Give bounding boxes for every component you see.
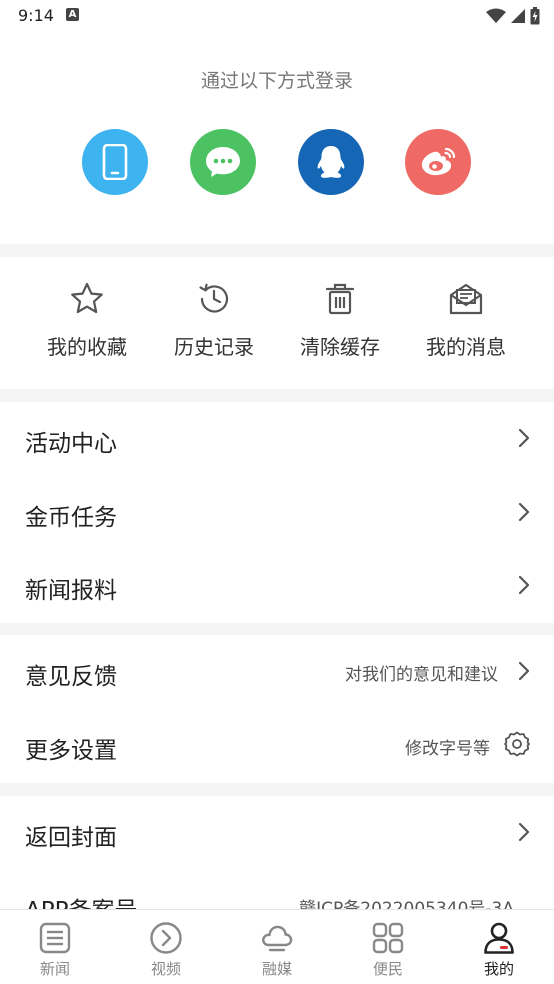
- activity-center-label: 活动中心: [25, 431, 117, 457]
- more-settings-row[interactable]: 更多设置 修改字号等: [0, 709, 554, 783]
- tab-services-label: 便民: [372, 960, 403, 978]
- news-tip-label: 新闻报料: [25, 578, 117, 604]
- favorites-label: 我的收藏: [47, 335, 127, 359]
- grid-icon: [372, 922, 404, 954]
- tab-media-label: 融媒: [261, 960, 292, 978]
- coin-tasks-row[interactable]: 金币任务: [0, 476, 554, 550]
- tab-profile-label: 我的: [483, 960, 514, 978]
- clear-cache-button[interactable]: 清除缓存: [277, 281, 403, 360]
- chevron-right-icon: [518, 428, 530, 448]
- messages-button[interactable]: 我的消息: [403, 281, 529, 360]
- more-settings-subtitle: 修改字号等: [405, 739, 490, 759]
- profile-icon: [484, 922, 514, 954]
- app-record-number: 赣ICP备2022005340号-3A: [299, 899, 514, 909]
- phone-icon: [102, 144, 128, 180]
- tab-profile[interactable]: 我的: [444, 910, 554, 984]
- tab-news[interactable]: 新闻: [0, 910, 110, 984]
- chevron-right-icon: [518, 575, 530, 595]
- news-icon: [39, 922, 71, 954]
- wechat-login-button[interactable]: [190, 129, 256, 195]
- qq-icon: [317, 146, 345, 178]
- battery-icon: [530, 7, 540, 25]
- star-icon: [71, 282, 103, 314]
- wechat-icon: [206, 147, 240, 177]
- menu-group-activities: 活动中心 金币任务 新闻报料: [0, 402, 554, 623]
- feedback-label: 意见反馈: [25, 664, 117, 690]
- status-time: 9:14: [18, 6, 54, 25]
- app-record-row: APP备案号 赣ICP备2022005340号-3A: [0, 869, 554, 909]
- notification-icon: A: [66, 8, 79, 21]
- quick-actions: 我的收藏 历史记录 清除缓存 我的消息: [0, 257, 554, 389]
- signal-icon: [511, 9, 525, 23]
- feedback-subtitle: 对我们的意见和建议: [345, 665, 498, 685]
- more-settings-label: 更多设置: [25, 738, 117, 764]
- messages-label: 我的消息: [426, 335, 506, 359]
- video-icon: [150, 922, 182, 954]
- feedback-row[interactable]: 意见反馈 对我们的意见和建议: [0, 635, 554, 709]
- trash-icon: [325, 283, 355, 315]
- weibo-icon: [421, 147, 456, 176]
- coin-tasks-label: 金币任务: [25, 505, 117, 531]
- chevron-right-icon: [518, 822, 530, 842]
- tab-services[interactable]: 便民: [333, 910, 443, 984]
- menu-group-misc: 返回封面 APP备案号 赣ICP备2022005340号-3A: [0, 796, 554, 909]
- phone-login-button[interactable]: [82, 129, 148, 195]
- wifi-icon: [486, 8, 506, 23]
- qq-login-button[interactable]: [298, 129, 364, 195]
- clear-cache-label: 清除缓存: [300, 335, 380, 359]
- cloud-icon: [262, 925, 293, 952]
- gear-icon: [504, 731, 530, 757]
- status-bar: 9:14 A: [0, 0, 554, 32]
- favorites-button[interactable]: 我的收藏: [24, 281, 150, 360]
- menu-group-settings: 意见反馈 对我们的意见和建议 更多设置 修改字号等: [0, 635, 554, 783]
- back-to-cover-label: 返回封面: [25, 825, 117, 851]
- app-record-label: APP备案号: [25, 891, 137, 909]
- login-title: 通过以下方式登录: [200, 70, 353, 92]
- login-section: 通过以下方式登录: [0, 32, 554, 244]
- bottom-nav: 新闻 视频 融媒 便民 我的: [0, 909, 554, 984]
- status-icons: [486, 6, 540, 26]
- back-to-cover-row[interactable]: 返回封面: [0, 796, 554, 870]
- chevron-right-icon: [518, 502, 530, 522]
- weibo-login-button[interactable]: [405, 129, 471, 195]
- activity-center-row[interactable]: 活动中心: [0, 402, 554, 476]
- mail-icon: [449, 283, 483, 315]
- history-button[interactable]: 历史记录: [151, 281, 277, 360]
- history-icon: [199, 283, 229, 313]
- history-label: 历史记录: [174, 335, 254, 359]
- tab-video[interactable]: 视频: [111, 910, 221, 984]
- tab-media[interactable]: 融媒: [222, 910, 332, 984]
- news-tip-row[interactable]: 新闻报料: [0, 549, 554, 623]
- chevron-right-icon: [518, 661, 530, 681]
- tab-news-label: 新闻: [39, 960, 70, 978]
- tab-video-label: 视频: [150, 960, 181, 978]
